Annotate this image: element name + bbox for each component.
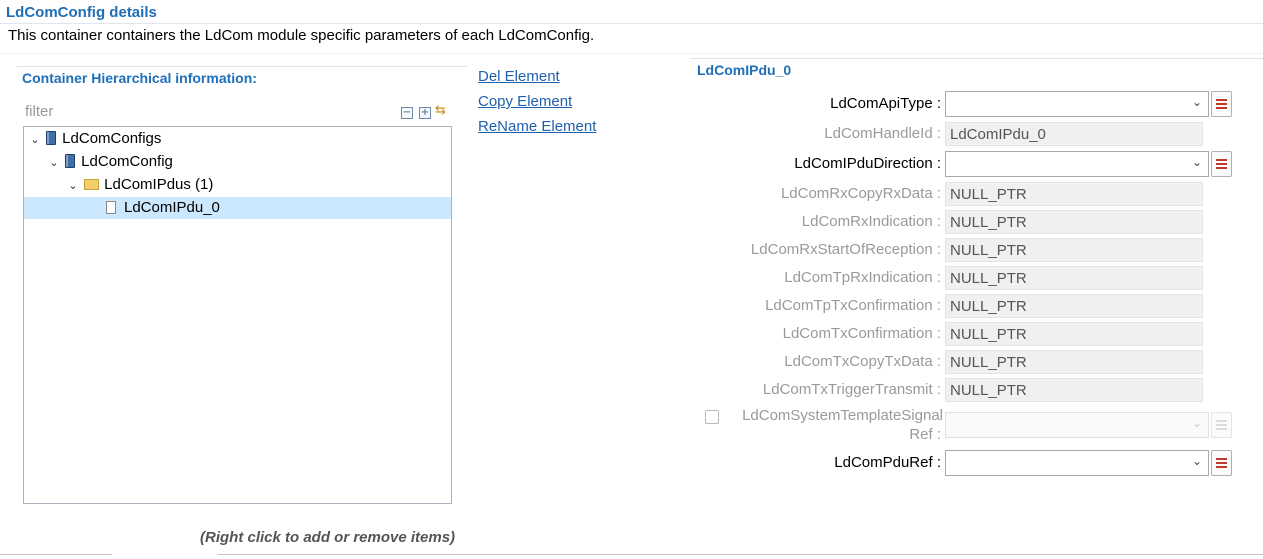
ldcomapitype-list-button[interactable] (1211, 91, 1232, 117)
ldcomtptxconfirmation-field: NULL_PTR (945, 294, 1203, 318)
copy-element-link[interactable]: Copy Element (478, 93, 572, 110)
tree-node-ldcomipdus[interactable]: ⌄ LdComIPdus (1) (66, 174, 213, 196)
ldcomapitype-combo[interactable]: ⌄ (945, 91, 1209, 117)
ldcomtxconfirmation-label: LdComTxConfirmation : (782, 325, 941, 342)
ldcomipdudirection-list-button[interactable] (1211, 151, 1232, 177)
expand-all-icon[interactable]: + (419, 107, 431, 119)
ldcomrxindication-field: NULL_PTR (945, 210, 1203, 234)
form-section-title: LdComIPdu_0 (697, 62, 792, 78)
ldcomrxstartofreception-field: NULL_PTR (945, 238, 1203, 262)
ldcomhandleid-field: LdComIPdu_0 (945, 122, 1203, 146)
system-template-ref-label: LdComSystemTemplateSignal (742, 407, 943, 424)
file-icon (106, 201, 116, 214)
chevron-down-icon: ⌄ (1191, 454, 1202, 468)
book-icon (65, 154, 76, 168)
list-icon (1216, 159, 1227, 169)
system-template-ref-checkbox[interactable] (705, 410, 719, 424)
tree-node-ldcomconfigs[interactable]: ⌄ LdComConfigs (28, 128, 161, 150)
description-divider (0, 53, 1263, 54)
ldcomtprxindication-field: NULL_PTR (945, 266, 1203, 290)
del-element-link[interactable]: Del Element (478, 68, 560, 85)
ldcomrxstartofreception-label: LdComRxStartOfReception : (750, 241, 941, 258)
link-editor-icon[interactable]: ⇆ (435, 103, 451, 119)
hierarchy-section-title: Container Hierarchical information: (22, 70, 257, 86)
section-divider (690, 58, 1263, 59)
chevron-down-icon[interactable]: ⌄ (47, 152, 61, 174)
ldcompduref-label: LdComPduRef : (834, 454, 941, 471)
tree-node-label: LdComIPdus (1) (104, 176, 214, 193)
context-menu-hint: (Right click to add or remove items) (200, 529, 456, 546)
book-icon (46, 131, 57, 145)
ldcomipdudirection-combo[interactable]: ⌄ (945, 151, 1209, 177)
tree-node-label: LdComConfig (81, 153, 173, 170)
collapse-all-icon[interactable]: − (401, 107, 413, 119)
hierarchy-tree[interactable]: ⌄ LdComConfigs ⌄ LdComConfig ⌄ LdComIPdu… (23, 126, 452, 504)
bottom-divider (0, 554, 112, 559)
ldcomapitype-label: LdComApiType : (830, 95, 941, 112)
ldcomtptxconfirmation-label: LdComTpTxConfirmation : (765, 297, 941, 314)
system-template-ref-label-cont: Ref : (909, 426, 941, 443)
ldcomtxconfirmation-field: NULL_PTR (945, 322, 1203, 346)
chevron-down-icon: ⌄ (1191, 155, 1202, 169)
ldcomrxcopyrxdata-field: NULL_PTR (945, 182, 1203, 206)
system-template-ref-list-button (1211, 412, 1232, 438)
ldcomtxtriggertransmit-label: LdComTxTriggerTransmit : (762, 381, 941, 398)
ldcompduref-combo[interactable]: ⌄ (945, 450, 1209, 476)
section-divider (17, 66, 467, 67)
ldcomtprxindication-label: LdComTpRxIndication : (784, 269, 941, 286)
tree-node-label: LdComIPdu_0 (124, 199, 220, 216)
ldcomtxcopytxdata-field: NULL_PTR (945, 350, 1203, 374)
ldcomrxcopyrxdata-label: LdComRxCopyRxData : (780, 185, 941, 202)
chevron-down-icon: ⌄ (1191, 95, 1202, 109)
list-icon (1216, 458, 1227, 468)
chevron-down-icon: ⌄ (1191, 416, 1202, 430)
chevron-down-icon[interactable]: ⌄ (66, 175, 80, 197)
tree-node-ldcomconfig[interactable]: ⌄ LdComConfig (47, 151, 173, 173)
ldcomtxtriggertransmit-field: NULL_PTR (945, 378, 1203, 402)
page-description: This container containers the LdCom modu… (8, 27, 595, 44)
rename-element-link[interactable]: ReName Element (478, 118, 596, 135)
ldcomrxindication-label: LdComRxIndication : (801, 213, 941, 230)
page-title: LdComConfig details (6, 4, 157, 21)
tree-node-ldcomipdu-0[interactable]: LdComIPdu_0 (24, 197, 451, 219)
chevron-down-icon[interactable]: ⌄ (28, 129, 42, 151)
tree-node-label: LdComConfigs (62, 130, 162, 147)
ldcomhandleid-label: LdComHandleId : (824, 125, 941, 142)
system-template-ref-combo: ⌄ (945, 412, 1209, 438)
header-divider (0, 23, 1263, 24)
bottom-divider (218, 554, 1263, 559)
folder-icon (84, 179, 100, 190)
ldcomipdudirection-label: LdComIPduDirection : (794, 155, 941, 172)
list-icon (1216, 420, 1227, 430)
ldcomtxcopytxdata-label: LdComTxCopyTxData : (784, 353, 941, 370)
list-icon (1216, 99, 1227, 109)
ldcompduref-list-button[interactable] (1211, 450, 1232, 476)
filter-input[interactable]: filter (25, 103, 53, 120)
